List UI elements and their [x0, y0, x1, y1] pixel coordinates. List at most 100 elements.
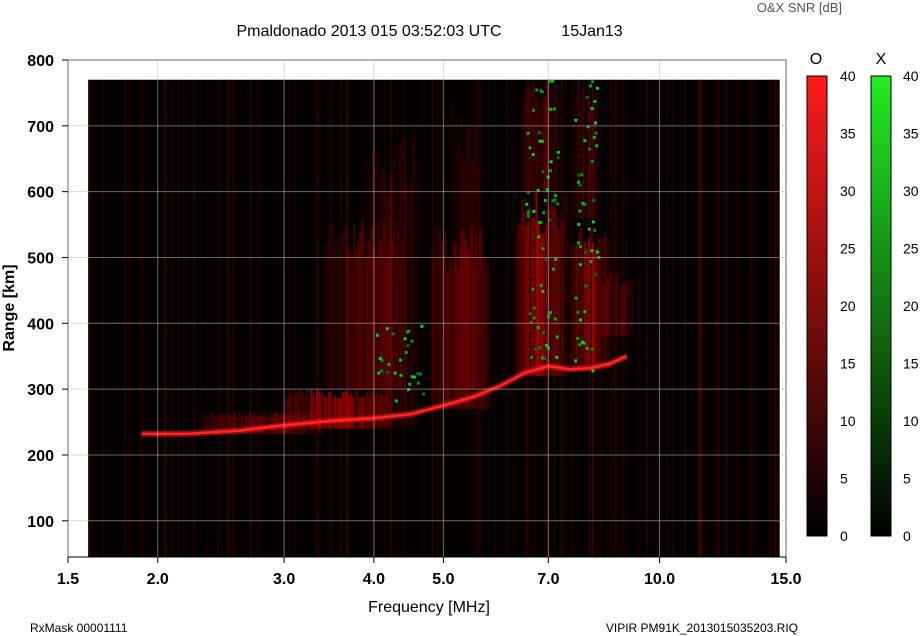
o-mode-column: [545, 223, 548, 376]
o-mode-column: [486, 263, 489, 409]
o-mode-column: [335, 245, 338, 390]
noise-column: [315, 79, 317, 557]
o-mode-column: [574, 97, 576, 218]
x-mode-speckle: [543, 199, 547, 202]
noise-column: [316, 79, 318, 557]
o-mode-column: [625, 280, 628, 337]
x-mode-speckle: [532, 316, 536, 320]
noise-column: [718, 79, 720, 557]
o-mode-column: [519, 221, 522, 376]
x-mode-speckle: [538, 131, 541, 135]
o-mode-column: [463, 162, 466, 390]
o-mode-column: [366, 158, 368, 426]
x-mode-speckle: [584, 250, 588, 254]
noise-column: [637, 79, 639, 557]
snr-label: O&X SNR [dB]: [757, 0, 842, 15]
y-tick-label: 400: [27, 316, 54, 333]
o-mode-column: [368, 168, 370, 426]
colorbar-tick-label: 25: [840, 241, 856, 257]
o-mode-column: [350, 393, 353, 429]
o-mode-column: [471, 163, 474, 390]
o-mode-column: [569, 241, 572, 370]
x-mode-speckle: [556, 202, 560, 206]
x-mode-speckle: [412, 375, 416, 379]
x-mode-speckle: [385, 327, 389, 331]
o-mode-column: [446, 270, 449, 409]
x-mode-speckle: [578, 343, 582, 347]
o-mode-column: [402, 136, 404, 426]
o-mode-column: [455, 115, 458, 390]
noise-column: [769, 79, 771, 557]
x-mode-speckle: [574, 118, 578, 122]
o-mode-column: [538, 106, 541, 192]
noise-column: [698, 79, 700, 557]
o-mode-column: [444, 231, 447, 409]
x-mode-speckle: [378, 356, 382, 360]
noise-column: [318, 79, 320, 557]
o-mode-column: [579, 228, 582, 370]
x-mode-speckle: [589, 260, 593, 264]
o-mode-column: [473, 129, 476, 390]
o-mode-column: [596, 86, 598, 219]
o-mode-column: [451, 106, 454, 390]
noise-column: [723, 79, 725, 557]
noise-column: [95, 79, 97, 557]
colorbar-tick-label: 10: [840, 413, 856, 429]
noise-column: [272, 79, 274, 557]
x-mode-speckle: [554, 194, 558, 198]
o-mode-column: [370, 188, 372, 426]
o-mode-column: [349, 251, 352, 390]
o-mode-column: [459, 117, 462, 390]
x-mode-speckle: [391, 332, 395, 336]
o-mode-column: [488, 255, 491, 409]
noise-column: [421, 79, 423, 557]
y-tick-label: 200: [27, 448, 54, 465]
x-mode-speckle: [531, 153, 535, 157]
x-mode-speckle: [548, 311, 552, 315]
x-mode-speckle: [576, 310, 580, 314]
y-axis: 100 200 300 400 500 600 700 800: [27, 53, 68, 531]
noise-column: [653, 79, 654, 557]
x-mode-speckle: [525, 202, 529, 206]
o-mode-column: [398, 143, 400, 426]
x-mode-speckle: [526, 131, 530, 135]
chart-date: 15Jan13: [561, 23, 622, 40]
x-mode-speckle: [418, 372, 422, 376]
o-mode-column: [617, 271, 620, 337]
o-mode-column: [348, 395, 351, 429]
x-mode-speckle: [581, 340, 584, 344]
ionogram-chart: Pmaldonado 2013 015 03:52:03 UTC 15Jan13…: [1, 0, 919, 635]
x-mode-speckle: [422, 392, 425, 396]
x-mode-speckle: [591, 220, 595, 224]
o-mode-column: [542, 98, 545, 192]
x-mode-speckle: [552, 107, 556, 111]
o-mode-column: [605, 277, 608, 337]
noise-column: [705, 79, 707, 557]
colorbar-tick-label: 40: [840, 68, 856, 84]
x-mode-speckle: [574, 296, 578, 300]
o-mode-column: [376, 147, 378, 426]
y-tick-label: 300: [27, 382, 54, 399]
x-mode-speckle: [585, 346, 589, 350]
o-mode-column: [552, 80, 555, 192]
o-mode-column: [358, 397, 361, 429]
x-mode-speckle: [534, 347, 538, 351]
x-mode-speckle: [535, 88, 539, 92]
noise-column: [220, 79, 222, 557]
o-mode-column: [526, 91, 529, 192]
x-mode-speckle: [541, 247, 545, 251]
o-mode-column: [537, 222, 540, 376]
o-mode-column: [534, 85, 537, 192]
o-mode-column: [571, 252, 574, 370]
o-mode-column: [536, 98, 539, 192]
x-mode-speckle: [583, 139, 587, 143]
o-mode-column: [356, 389, 359, 429]
x-mode-speckle: [587, 227, 591, 231]
o-mode-column: [533, 217, 536, 376]
o-mode-column: [360, 397, 363, 429]
o-mode-column: [414, 128, 416, 426]
x-tick-label: 2.0: [147, 571, 169, 588]
x-mode-speckle: [595, 86, 599, 90]
x-mode-speckle: [532, 108, 535, 112]
o-mode-column: [557, 229, 560, 376]
